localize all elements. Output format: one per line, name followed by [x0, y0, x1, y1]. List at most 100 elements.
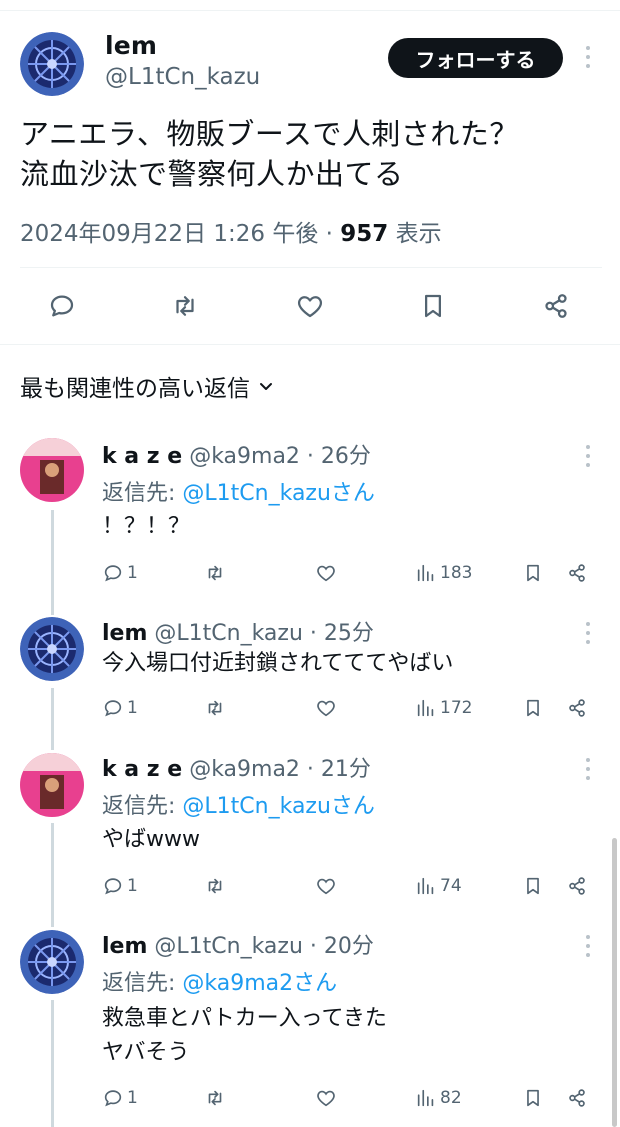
more-icon[interactable] [583, 445, 593, 467]
like-button[interactable] [315, 875, 337, 897]
follow-button[interactable]: フォローする [388, 38, 563, 78]
author-name[interactable]: lem [105, 31, 157, 60]
avatar-kaze[interactable] [20, 438, 84, 502]
views-button[interactable]: 183 [415, 562, 472, 584]
avatar-lem[interactable] [20, 930, 84, 994]
bookmark-icon [425, 294, 441, 318]
post-datetime[interactable]: 2024年09月22日 1:26 午後 [20, 221, 318, 247]
reply-author-meta[interactable]: @ka9ma2 · 21分 [189, 757, 371, 782]
like-icon [317, 878, 335, 895]
like-icon [317, 700, 335, 717]
reply-author: k a z e @ka9ma2 · 26分 [102, 438, 371, 470]
more-icon[interactable] [583, 46, 593, 68]
reply-count: 1 [127, 698, 138, 718]
reply-button[interactable]: 1 [102, 697, 138, 719]
post-meta: 2024年09月22日 1:26 午後 · 957 表示 [20, 214, 442, 248]
view-count: 172 [440, 698, 473, 718]
share-button[interactable] [566, 1087, 588, 1109]
retweet-icon [208, 700, 222, 716]
views-icon [417, 699, 434, 717]
more-icon[interactable] [583, 622, 593, 644]
sort-label: 最も関連性の高い返信 [20, 376, 250, 402]
reply-text: やばwww [102, 827, 200, 852]
post-text: アニエラ、物販ブースで人刺された？ 流血沙汰で警察何人か出てる [20, 117, 519, 191]
reply-icon [104, 1090, 122, 1107]
retweet-button[interactable] [204, 562, 226, 584]
reply-count: 1 [127, 563, 138, 583]
retweet-icon [176, 296, 194, 316]
bookmark-button[interactable] [522, 1087, 544, 1109]
thread-line [51, 823, 54, 927]
like-icon [317, 1090, 335, 1107]
view-count: 74 [440, 876, 462, 896]
reply-author-meta[interactable]: @ka9ma2 · 26分 [189, 444, 371, 469]
views-button[interactable]: 82 [415, 1087, 462, 1109]
views-icon [417, 877, 434, 895]
reply-sort-dropdown[interactable]: 最も関連性の高い返信 [20, 369, 274, 403]
reply-button[interactable]: 1 [102, 1087, 138, 1109]
actions-divider [0, 344, 620, 345]
thread-line [51, 510, 54, 615]
like-button[interactable] [315, 1087, 337, 1109]
bookmark-button[interactable] [522, 562, 544, 584]
share-button[interactable] [536, 286, 576, 326]
reply-author-name[interactable]: lem [102, 934, 147, 959]
replying-to: 返信先: @L1tCn_kazuさん [102, 475, 375, 507]
replying-to-prefix: 返信先: [102, 794, 183, 819]
reply-icon [104, 878, 122, 895]
more-icon[interactable] [583, 758, 593, 780]
mention-link[interactable]: @L1tCn_kazuさん [182, 794, 375, 819]
reply-button[interactable]: 1 [102, 875, 138, 897]
bookmark-button[interactable] [522, 697, 544, 719]
reply-author-name[interactable]: k a z e [102, 444, 182, 469]
retweet-button[interactable] [204, 697, 226, 719]
bookmark-button[interactable] [413, 286, 453, 326]
share-button[interactable] [566, 875, 588, 897]
avatar-lem[interactable] [20, 617, 84, 681]
retweet-button[interactable] [165, 286, 205, 326]
reply-text: 救急車とパトカー入ってきた ヤバそう [102, 1006, 387, 1065]
reply-author-meta[interactable]: @L1tCn_kazu · 25分 [154, 621, 374, 646]
reply-author-meta[interactable]: @L1tCn_kazu · 20分 [154, 934, 374, 959]
more-icon[interactable] [583, 935, 593, 957]
reply-text: 今入場口付近封鎖されてててやばい [102, 651, 454, 676]
share-icon [569, 699, 585, 717]
like-icon [317, 565, 335, 582]
share-button[interactable] [566, 697, 588, 719]
bookmark-button[interactable] [522, 875, 544, 897]
share-button[interactable] [566, 562, 588, 584]
views-icon [417, 1089, 434, 1107]
replying-to-prefix: 返信先: [102, 971, 183, 996]
meta-separator: · [325, 221, 333, 247]
avatar-kaze[interactable] [20, 753, 84, 817]
views-button[interactable]: 172 [415, 697, 472, 719]
reply-icon [50, 295, 74, 317]
views-icon [417, 564, 434, 582]
reply-button[interactable]: 1 [102, 562, 138, 584]
bookmark-icon [527, 1089, 539, 1107]
retweet-icon [208, 1090, 222, 1106]
view-count: 957 [340, 221, 389, 247]
retweet-icon [208, 565, 222, 581]
like-button[interactable] [315, 562, 337, 584]
author-handle[interactable]: @L1tCn_kazu [105, 64, 260, 90]
reply-author-name[interactable]: k a z e [102, 757, 182, 782]
top-divider [0, 10, 620, 11]
mention-link[interactable]: @ka9ma2さん [182, 971, 337, 996]
retweet-button[interactable] [204, 875, 226, 897]
retweet-button[interactable] [204, 1087, 226, 1109]
reply-text: ！？！？ [102, 514, 191, 539]
reply-author-name[interactable]: lem [102, 621, 147, 646]
avatar-lem[interactable] [20, 32, 84, 96]
like-icon [297, 296, 323, 318]
reply-icon [104, 565, 122, 582]
scrollbar[interactable] [612, 838, 617, 1127]
reply-author: lem @L1tCn_kazu · 20分 [102, 928, 374, 960]
like-button[interactable] [290, 286, 330, 326]
views-button[interactable]: 74 [415, 875, 462, 897]
like-button[interactable] [315, 697, 337, 719]
reply-button[interactable] [42, 286, 82, 326]
reply-icon [104, 700, 122, 717]
mention-link[interactable]: @L1tCn_kazuさん [182, 481, 375, 506]
share-icon [545, 294, 567, 318]
